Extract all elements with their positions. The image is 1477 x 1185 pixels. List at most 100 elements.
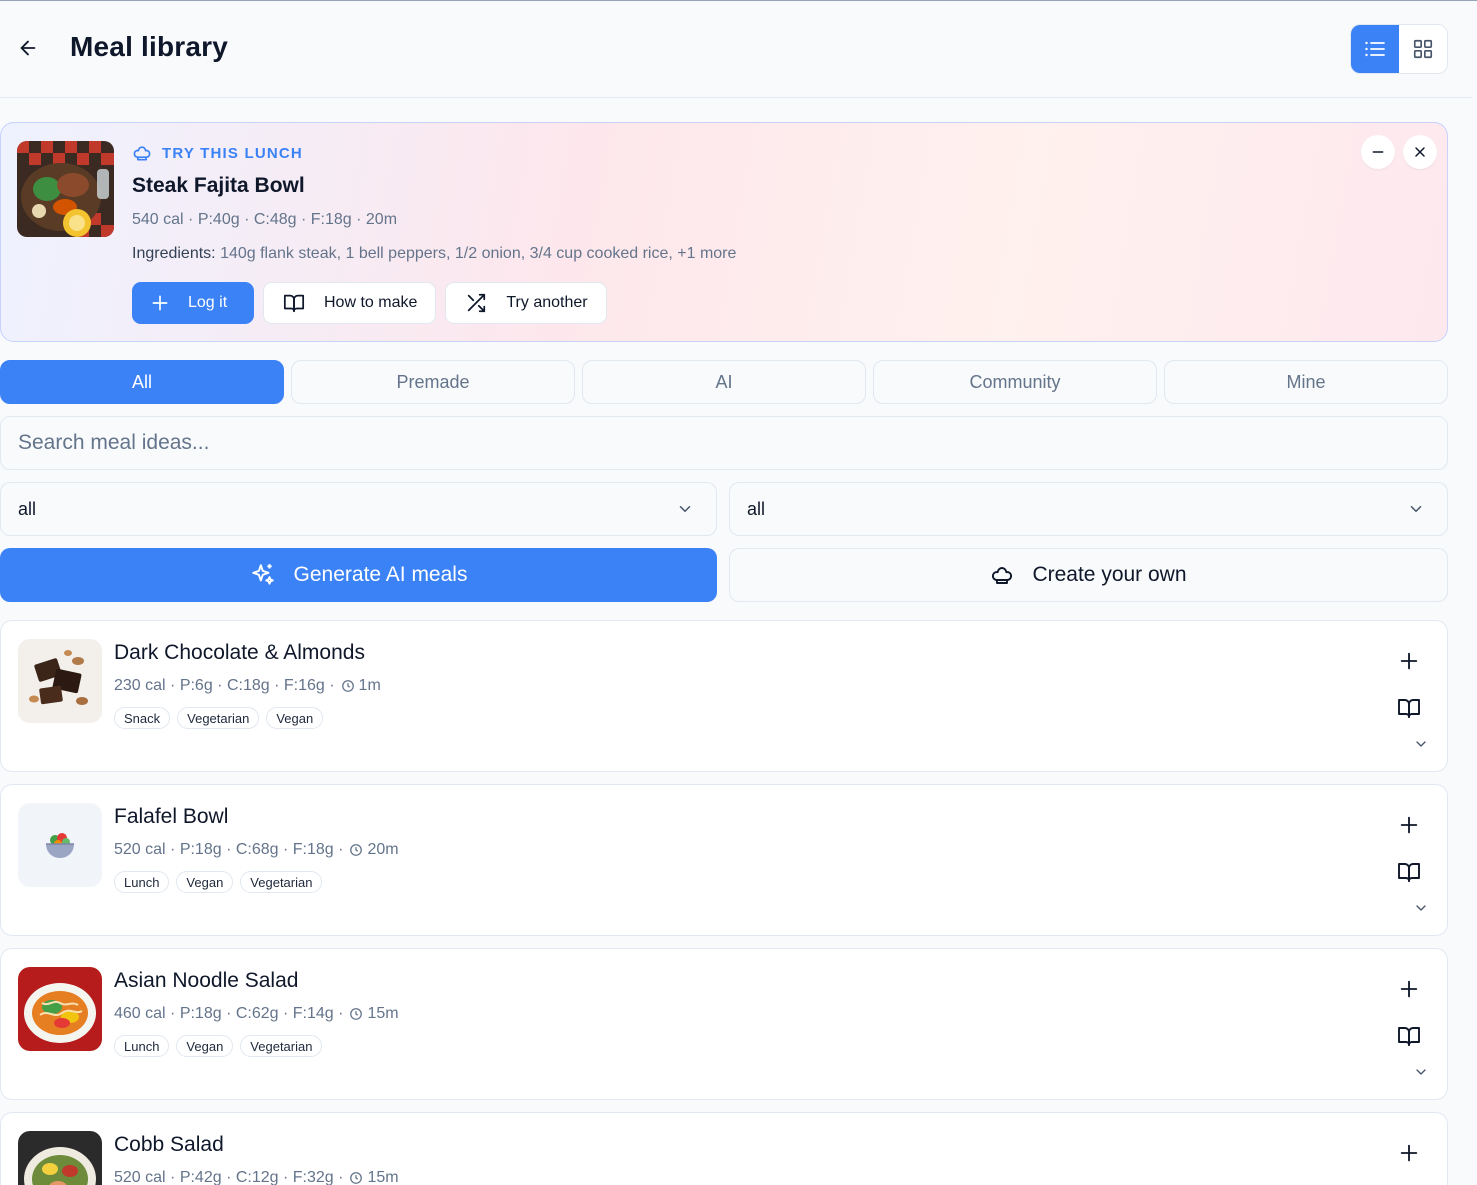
header: Meal library — [0, 1, 1472, 98]
tag: Vegetarian — [240, 1035, 323, 1057]
tab-ai[interactable]: AI — [582, 360, 866, 404]
clock-icon — [341, 680, 354, 692]
meal-nutrition: 520 cal · P:42g · C:12g · F:32g · 15m — [114, 1169, 399, 1185]
asian-noodle-salad-photo — [18, 967, 102, 1051]
recipe-button[interactable] — [1395, 694, 1423, 722]
chef-hat-icon — [133, 146, 151, 161]
create-your-own-button[interactable]: Create your own — [729, 548, 1448, 602]
suggestion-actions: Log it How to make Try another — [132, 282, 607, 324]
chevron-down-icon — [679, 506, 691, 512]
add-meal-button[interactable] — [1395, 975, 1423, 1003]
create-label: Create your own — [1032, 563, 1187, 586]
meal-name: Asian Noodle Salad — [114, 969, 299, 992]
meal-tags: Lunch Vegan Vegetarian — [114, 871, 323, 893]
list-view-button[interactable] — [1351, 25, 1399, 73]
close-suggestion-button[interactable] — [1403, 135, 1437, 169]
suggestion-ingredients: Ingredients: 140g flank steak, 1 bell pe… — [132, 245, 736, 263]
meal-card[interactable]: Dark Chocolate & Almonds 230 cal · P:6g … — [0, 620, 1448, 772]
chevron-down-icon — [1416, 905, 1426, 911]
meal-time: 15m — [367, 1169, 399, 1185]
chef-hat-icon — [992, 567, 1013, 584]
tab-community[interactable]: Community — [873, 360, 1157, 404]
tab-all[interactable]: All — [0, 360, 284, 404]
tag: Vegetarian — [177, 707, 260, 729]
list-icon — [1365, 41, 1385, 57]
tag: Lunch — [114, 871, 170, 893]
source-tabs: All Premade AI Community Mine — [0, 360, 1448, 404]
meal-card[interactable]: Falafel Bowl 520 cal · P:18g · C:68g · F… — [0, 784, 1448, 936]
grid-view-button[interactable] — [1399, 25, 1447, 73]
tag: Lunch — [114, 1035, 170, 1057]
plus-icon — [1400, 652, 1418, 670]
recipe-button[interactable] — [1395, 1022, 1423, 1050]
cobb-salad-photo — [18, 1131, 102, 1185]
meal-nutrition: 230 cal · P:6g · C:18g · F:16g · 1m — [114, 677, 381, 695]
log-it-button[interactable]: Log it — [132, 282, 254, 324]
minus-icon — [1372, 151, 1384, 153]
meal-name: Dark Chocolate & Almonds — [114, 641, 365, 664]
search-input[interactable] — [0, 416, 1448, 470]
book-open-icon — [1398, 699, 1420, 718]
meal-tags: Lunch Vegan Vegetarian — [114, 1035, 323, 1057]
suggestion-nutrition: 540 cal · P:40g · C:48g · F:18g · 20m — [132, 211, 398, 228]
lunch-suggestion-card: TRY THIS LUNCH Steak Fajita Bowl 540 cal… — [0, 122, 1448, 342]
expand-meal-button[interactable] — [1411, 900, 1431, 916]
steak-fajita-bowl-photo — [17, 141, 114, 237]
tag: Vegan — [266, 707, 324, 729]
dark-chocolate-photo — [18, 639, 102, 723]
expand-meal-button[interactable] — [1411, 736, 1431, 752]
try-another-button[interactable]: Try another — [445, 282, 607, 324]
suggestion-title: Steak Fajita Bowl — [132, 174, 305, 197]
meal-nutrition: 520 cal · P:18g · C:68g · F:18g · 20m — [114, 841, 399, 859]
meal-time: 15m — [367, 1005, 399, 1022]
tab-premade[interactable]: Premade — [291, 360, 575, 404]
arrow-left-icon — [20, 40, 36, 56]
how-to-make-button[interactable]: How to make — [263, 282, 437, 324]
kicker-text: TRY THIS LUNCH — [162, 144, 303, 162]
meal-tags: Snack Vegetarian Vegan — [114, 707, 324, 729]
meal-type-select[interactable]: all — [0, 482, 717, 536]
recipe-button[interactable] — [1395, 858, 1423, 886]
book-open-icon — [283, 294, 305, 313]
expand-meal-button[interactable] — [1411, 1064, 1431, 1080]
tag: Vegan — [176, 1035, 234, 1057]
diet-select[interactable]: all — [729, 482, 1448, 536]
clock-icon — [350, 844, 363, 856]
meal-card[interactable]: Cobb Salad 520 cal · P:42g · C:12g · F:3… — [0, 1112, 1448, 1185]
generate-label: Generate AI meals — [293, 563, 468, 586]
chevron-down-icon — [1416, 741, 1426, 747]
plus-icon — [1400, 1144, 1418, 1162]
generate-ai-meals-button[interactable]: Generate AI meals — [0, 548, 717, 602]
page-title: Meal library — [70, 31, 229, 62]
meal-time: 1m — [358, 677, 381, 694]
minimize-suggestion-button[interactable] — [1361, 135, 1395, 169]
close-icon — [1415, 147, 1425, 157]
add-meal-button[interactable] — [1395, 647, 1423, 675]
meal-macros: 520 cal · P:18g · C:68g · F:18g · — [114, 841, 344, 858]
meal-macros: 520 cal · P:42g · C:12g · F:32g · — [114, 1169, 344, 1185]
add-meal-button[interactable] — [1395, 1139, 1423, 1167]
salad-bowl-icon — [18, 803, 102, 887]
meal-name: Falafel Bowl — [114, 805, 229, 828]
plus-icon — [1400, 980, 1418, 998]
chevron-down-icon — [1410, 506, 1422, 512]
diet-value: all — [747, 498, 766, 519]
book-open-icon — [1398, 1027, 1420, 1046]
tag: Vegetarian — [240, 871, 323, 893]
shuffle-icon — [468, 293, 486, 313]
sparkles-icon — [251, 564, 274, 585]
grid-icon — [1413, 39, 1433, 59]
back-button[interactable] — [14, 34, 42, 62]
tag: Vegan — [176, 871, 234, 893]
meal-name: Cobb Salad — [114, 1133, 224, 1156]
tag: Snack — [114, 707, 171, 729]
suggestion-kicker: TRY THIS LUNCH — [132, 143, 303, 163]
plus-icon — [1400, 816, 1418, 834]
tab-mine[interactable]: Mine — [1164, 360, 1448, 404]
meal-macros: 460 cal · P:18g · C:62g · F:14g · — [114, 1005, 344, 1022]
add-meal-button[interactable] — [1395, 811, 1423, 839]
meal-macros: 230 cal · P:6g · C:18g · F:16g · — [114, 677, 335, 694]
log-it-label: Log it — [188, 294, 228, 311]
meal-card[interactable]: Asian Noodle Salad 460 cal · P:18g · C:6… — [0, 948, 1448, 1100]
ingredients-list: 140g flank steak, 1 bell peppers, 1/2 on… — [220, 245, 737, 262]
